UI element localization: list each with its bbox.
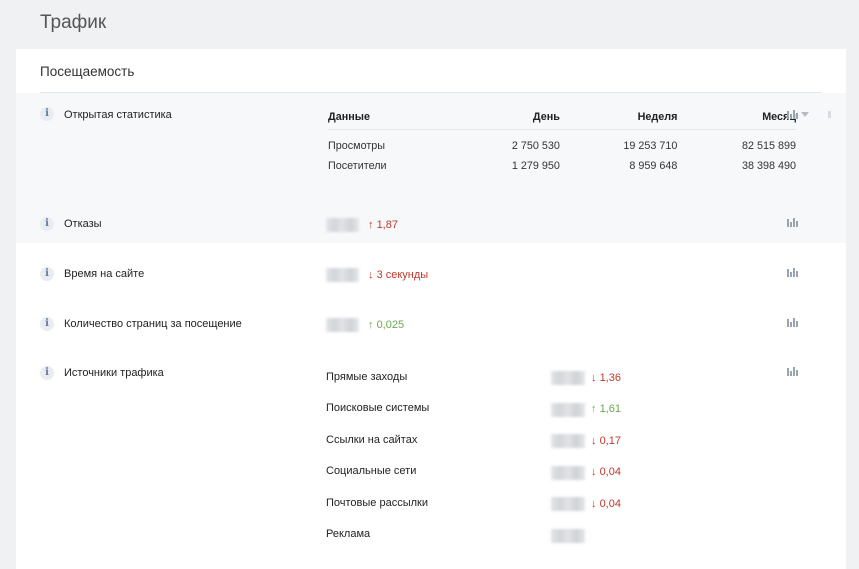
- delta-value: 0,025: [376, 319, 405, 331]
- table-row: Просмотры 2 750 530 19 253 710 82 515 89…: [328, 130, 796, 157]
- bounces-label: Отказы: [64, 218, 102, 230]
- pages-per-visit-label: Количество страниц за посещение: [64, 318, 242, 330]
- bar-chart-icon[interactable]: [787, 317, 799, 327]
- attendance-card: Посещаемость i Открытая статистика Данны…: [16, 49, 846, 569]
- source-delta: ↓ 1,36: [591, 372, 621, 384]
- source-name: Реклама: [326, 528, 371, 540]
- month-value: 82 515 899: [741, 140, 796, 152]
- source-name: Прямые заходы: [326, 371, 408, 383]
- hidden-value: [551, 466, 585, 480]
- arrow-up-icon: ↑: [591, 403, 597, 415]
- time-on-site-delta: ↓ 3 секунды: [368, 269, 428, 281]
- arrow-up-icon: ↑: [368, 219, 374, 231]
- delta-value: 3 секунды: [376, 269, 429, 281]
- hidden-value: [326, 218, 359, 232]
- source-name: Социальные сети: [326, 465, 417, 477]
- hidden-value: [551, 371, 585, 385]
- arrow-down-icon: ↓: [591, 498, 597, 510]
- bar-chart-icon[interactable]: [787, 366, 799, 376]
- source-delta: ↓ 0,17: [591, 435, 621, 447]
- open-stats-label: Открытая статистика: [64, 109, 172, 121]
- info-icon[interactable]: i: [40, 366, 54, 380]
- traffic-sources-label: Источники трафика: [64, 367, 164, 379]
- delta-value: 0,04: [599, 498, 621, 510]
- column-header: Данные: [328, 111, 370, 123]
- arrow-down-icon: ↓: [591, 372, 597, 384]
- week-value: 19 253 710: [623, 140, 678, 152]
- hidden-value: [551, 497, 585, 511]
- info-icon[interactable]: i: [40, 267, 54, 281]
- week-value: 8 959 648: [629, 160, 678, 172]
- row-name: Посетители: [328, 160, 387, 172]
- source-name: Почтовые рассылки: [326, 497, 428, 509]
- info-icon[interactable]: i: [40, 317, 54, 331]
- delta-value: 1,61: [599, 403, 621, 415]
- pages-per-visit-delta: ↑ 0,025: [368, 319, 404, 331]
- chevron-down-icon[interactable]: [801, 112, 809, 117]
- month-value: 38 398 490: [741, 160, 796, 172]
- info-icon[interactable]: i: [40, 217, 54, 231]
- arrow-down-icon: ↓: [591, 435, 597, 447]
- column-header: Месяц: [762, 111, 796, 123]
- arrow-down-icon: ↓: [368, 269, 374, 281]
- column-header: День: [532, 111, 560, 123]
- hidden-value: [551, 529, 585, 543]
- delta-value: 0,04: [599, 466, 621, 478]
- handle-icon: [828, 111, 831, 118]
- delta-value: 1,36: [599, 372, 621, 384]
- hidden-value: [551, 403, 585, 417]
- bar-chart-icon[interactable]: [787, 267, 799, 277]
- table-header-row: Данные День Неделя Месяц: [328, 105, 796, 130]
- delta-value: 1,87: [376, 219, 398, 231]
- page-title: Трафик: [40, 12, 107, 33]
- delta-value: 0,17: [599, 435, 621, 447]
- column-header: Неделя: [637, 111, 678, 123]
- source-delta: ↓ 0,04: [591, 466, 621, 478]
- source-name: Ссылки на сайтах: [326, 434, 418, 446]
- hidden-value: [326, 268, 359, 282]
- source-name: Поисковые системы: [326, 402, 430, 414]
- day-value: 2 750 530: [511, 140, 560, 152]
- row-name: Просмотры: [328, 140, 386, 152]
- bounces-delta: ↑ 1,87: [368, 219, 398, 231]
- source-delta: ↓ 0,04: [591, 498, 621, 510]
- card-title: Посещаемость: [40, 64, 135, 79]
- time-on-site-label: Время на сайте: [64, 268, 145, 280]
- info-icon[interactable]: i: [40, 107, 54, 121]
- table-row: Посетители 1 279 950 8 959 648 38 398 49…: [328, 156, 796, 176]
- hidden-value: [326, 318, 359, 332]
- day-value: 1 279 950: [511, 160, 560, 172]
- open-stats-table: Данные День Неделя Месяц Просмотры 2 750…: [328, 105, 796, 176]
- arrow-up-icon: ↑: [368, 319, 374, 331]
- hidden-value: [551, 434, 585, 448]
- source-delta: ↑ 1,61: [591, 403, 621, 415]
- arrow-down-icon: ↓: [591, 466, 597, 478]
- bar-chart-icon[interactable]: [787, 109, 799, 119]
- bar-chart-icon[interactable]: [787, 217, 799, 227]
